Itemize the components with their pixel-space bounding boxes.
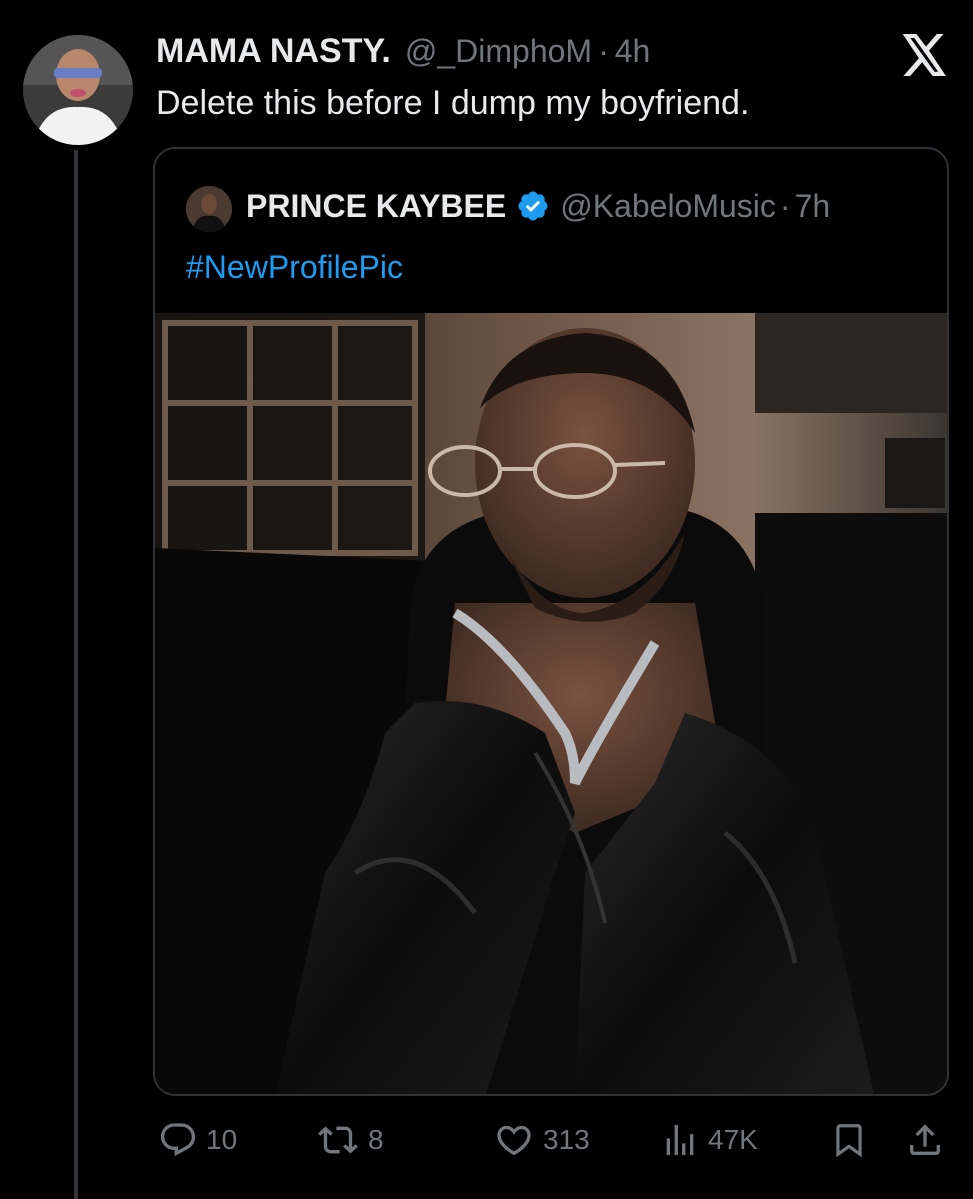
bookmark-button[interactable]	[830, 1115, 868, 1165]
quoted-author-name[interactable]: PRINCE KAYBEE	[246, 188, 506, 225]
tweet-text: Delete this before I dump my boyfriend.	[156, 84, 750, 122]
author-handle[interactable]: @_DimphoM	[405, 33, 592, 70]
verified-badge-icon	[518, 191, 548, 221]
views-button[interactable]: 47K	[660, 1115, 758, 1165]
quoted-author-avatar[interactable]	[186, 186, 232, 232]
tweet-header: MAMA NASTY. @_DimphoM · 4h	[156, 32, 650, 76]
like-icon	[497, 1125, 531, 1156]
views-icon	[666, 1125, 694, 1155]
author-name[interactable]: MAMA NASTY.	[156, 32, 391, 71]
quoted-separator-dot: ·	[779, 187, 791, 224]
like-count: 313	[543, 1124, 590, 1155]
views-count: 47K	[708, 1124, 758, 1155]
repost-count: 8	[368, 1124, 384, 1155]
action-bar: 10 8 313 47K	[0, 1115, 973, 1165]
share-icon	[910, 1124, 940, 1155]
repost-button[interactable]: 8	[316, 1115, 384, 1165]
separator-dot: ·	[598, 33, 609, 69]
tweet-time[interactable]: 4h	[615, 33, 651, 70]
hashtag-link[interactable]: #NewProfilePic	[186, 249, 403, 286]
quoted-tweet[interactable]: PRINCE KAYBEE @KabeloMusic · 7h #NewProf…	[153, 147, 949, 1096]
like-button[interactable]: 313	[493, 1115, 590, 1165]
repost-icon	[318, 1126, 358, 1154]
x-logo-icon	[902, 34, 946, 76]
reply-icon	[160, 1123, 196, 1157]
author-avatar[interactable]	[23, 35, 133, 145]
thread-line	[74, 150, 78, 1199]
bookmark-icon	[836, 1124, 862, 1158]
share-button[interactable]	[905, 1115, 945, 1165]
reply-button[interactable]: 10	[158, 1115, 237, 1165]
reply-count: 10	[206, 1124, 238, 1155]
profile-photo[interactable]	[155, 313, 949, 1096]
quoted-author-handle[interactable]: @KabeloMusic	[560, 188, 776, 225]
quoted-header: PRINCE KAYBEE @KabeloMusic · 7h	[246, 186, 830, 226]
quoted-tweet-time[interactable]: 7h	[795, 188, 831, 225]
